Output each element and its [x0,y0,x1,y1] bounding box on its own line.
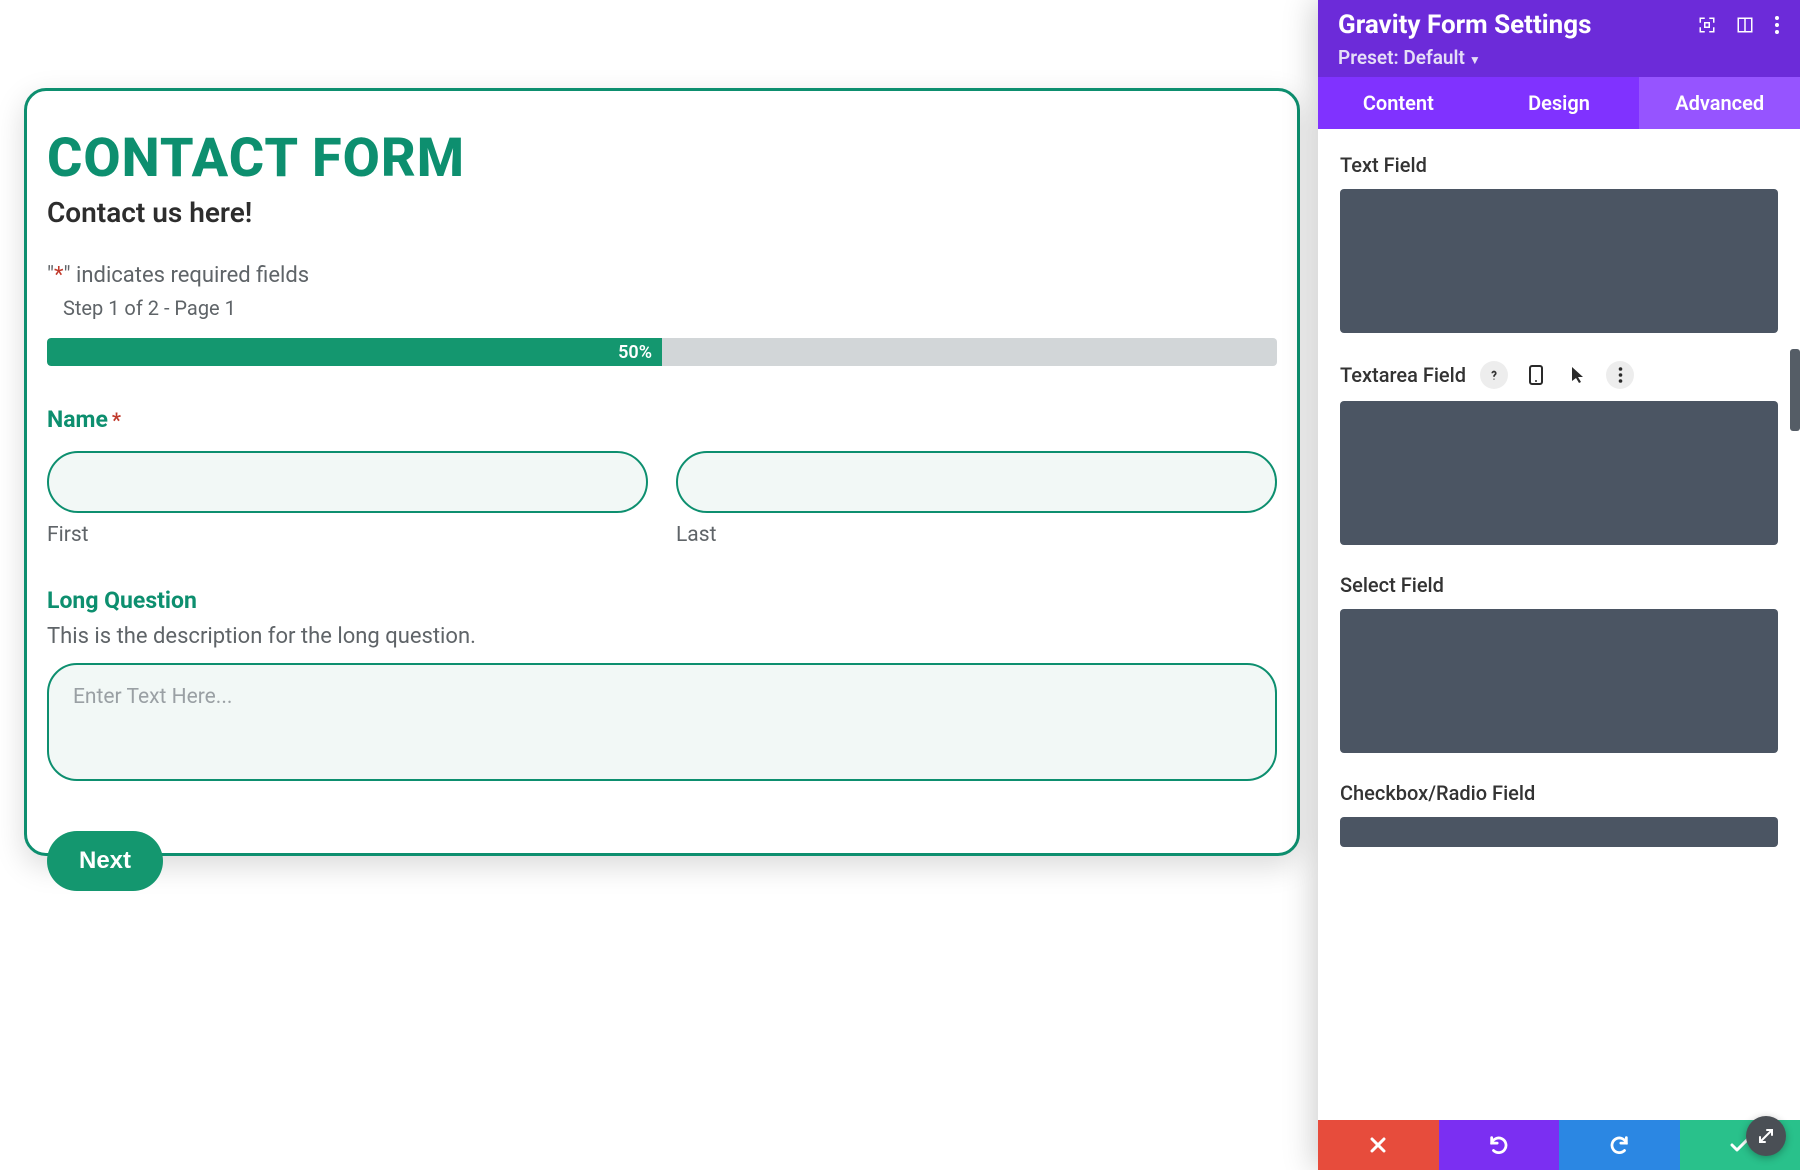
last-name-input[interactable] [676,451,1277,513]
setting-textarea-field: Textarea Field [1340,361,1778,545]
progress-bar: 50% [47,338,1277,366]
name-row: First Last [47,451,1277,547]
cancel-button[interactable] [1318,1120,1439,1170]
next-button[interactable]: Next [47,831,163,891]
text-field-code-block[interactable] [1340,189,1778,333]
required-fields-note: "*" indicates required fields [47,263,1277,288]
cursor-icon[interactable] [1564,361,1592,389]
setting-checkbox-field: Checkbox/Radio Field [1340,781,1778,847]
name-field-label: Name* [47,406,1277,433]
first-name-sublabel: First [47,523,648,547]
checkbox-field-code-block[interactable] [1340,817,1778,847]
tab-content[interactable]: Content [1318,77,1479,129]
asterisk: * [54,263,63,288]
progress-fill: 50% [47,338,662,366]
panel-tabs: Content Design Advanced [1318,77,1800,129]
redo-button[interactable] [1559,1120,1680,1170]
textarea-field-code-block[interactable] [1340,401,1778,545]
first-name-input[interactable] [47,451,648,513]
select-field-code-block[interactable] [1340,609,1778,753]
long-question-label: Long Question [47,587,1277,614]
chevron-down-icon: ▼ [1469,53,1481,67]
long-question-description: This is the description for the long que… [47,624,1277,649]
setting-label: Textarea Field [1340,363,1466,387]
panel-title-row: Gravity Form Settings [1338,10,1780,40]
panel-header-icons [1698,15,1780,35]
last-name-col: Last [676,451,1277,547]
undo-button[interactable] [1439,1120,1560,1170]
fullscreen-icon[interactable] [1698,16,1716,34]
setting-label: Checkbox/Radio Field [1340,781,1535,805]
settings-panel: Gravity Form Settings Preset: Default▼ C… [1318,0,1800,1170]
more-vert-icon[interactable] [1606,361,1634,389]
close-icon [1369,1136,1387,1154]
setting-text-field: Text Field [1340,153,1778,333]
setting-label: Select Field [1340,573,1444,597]
more-vert-icon[interactable] [1774,15,1780,35]
last-name-sublabel: Last [676,523,1277,547]
undo-icon [1488,1134,1510,1156]
redo-icon [1608,1134,1630,1156]
preset-dropdown[interactable]: Preset: Default▼ [1338,46,1780,69]
tab-design[interactable]: Design [1479,77,1640,129]
scrollbar-thumb[interactable] [1790,349,1800,431]
expand-icon [1757,1127,1775,1145]
panel-header: Gravity Form Settings Preset: Default▼ [1318,0,1800,77]
setting-label: Text Field [1340,153,1427,177]
panel-title: Gravity Form Settings [1338,10,1591,40]
page-subtitle: Contact us here! [47,196,1277,229]
help-icon[interactable] [1480,361,1508,389]
mobile-icon[interactable] [1522,361,1550,389]
panel-body: Text Field Textarea Field [1318,129,1800,1120]
progress-label: 50% [618,342,652,363]
expand-button[interactable] [1746,1116,1786,1156]
page-title: CONTACT FORM [47,127,1277,190]
tab-advanced[interactable]: Advanced [1639,77,1800,129]
panel-footer [1318,1120,1800,1170]
first-name-col: First [47,451,648,547]
setting-select-field: Select Field [1340,573,1778,753]
step-indicator: Step 1 of 2 - Page 1 [63,296,1277,320]
long-question-input[interactable] [47,663,1277,781]
contact-form-card: CONTACT FORM Contact us here! "*" indica… [24,88,1300,856]
columns-icon[interactable] [1736,16,1754,34]
